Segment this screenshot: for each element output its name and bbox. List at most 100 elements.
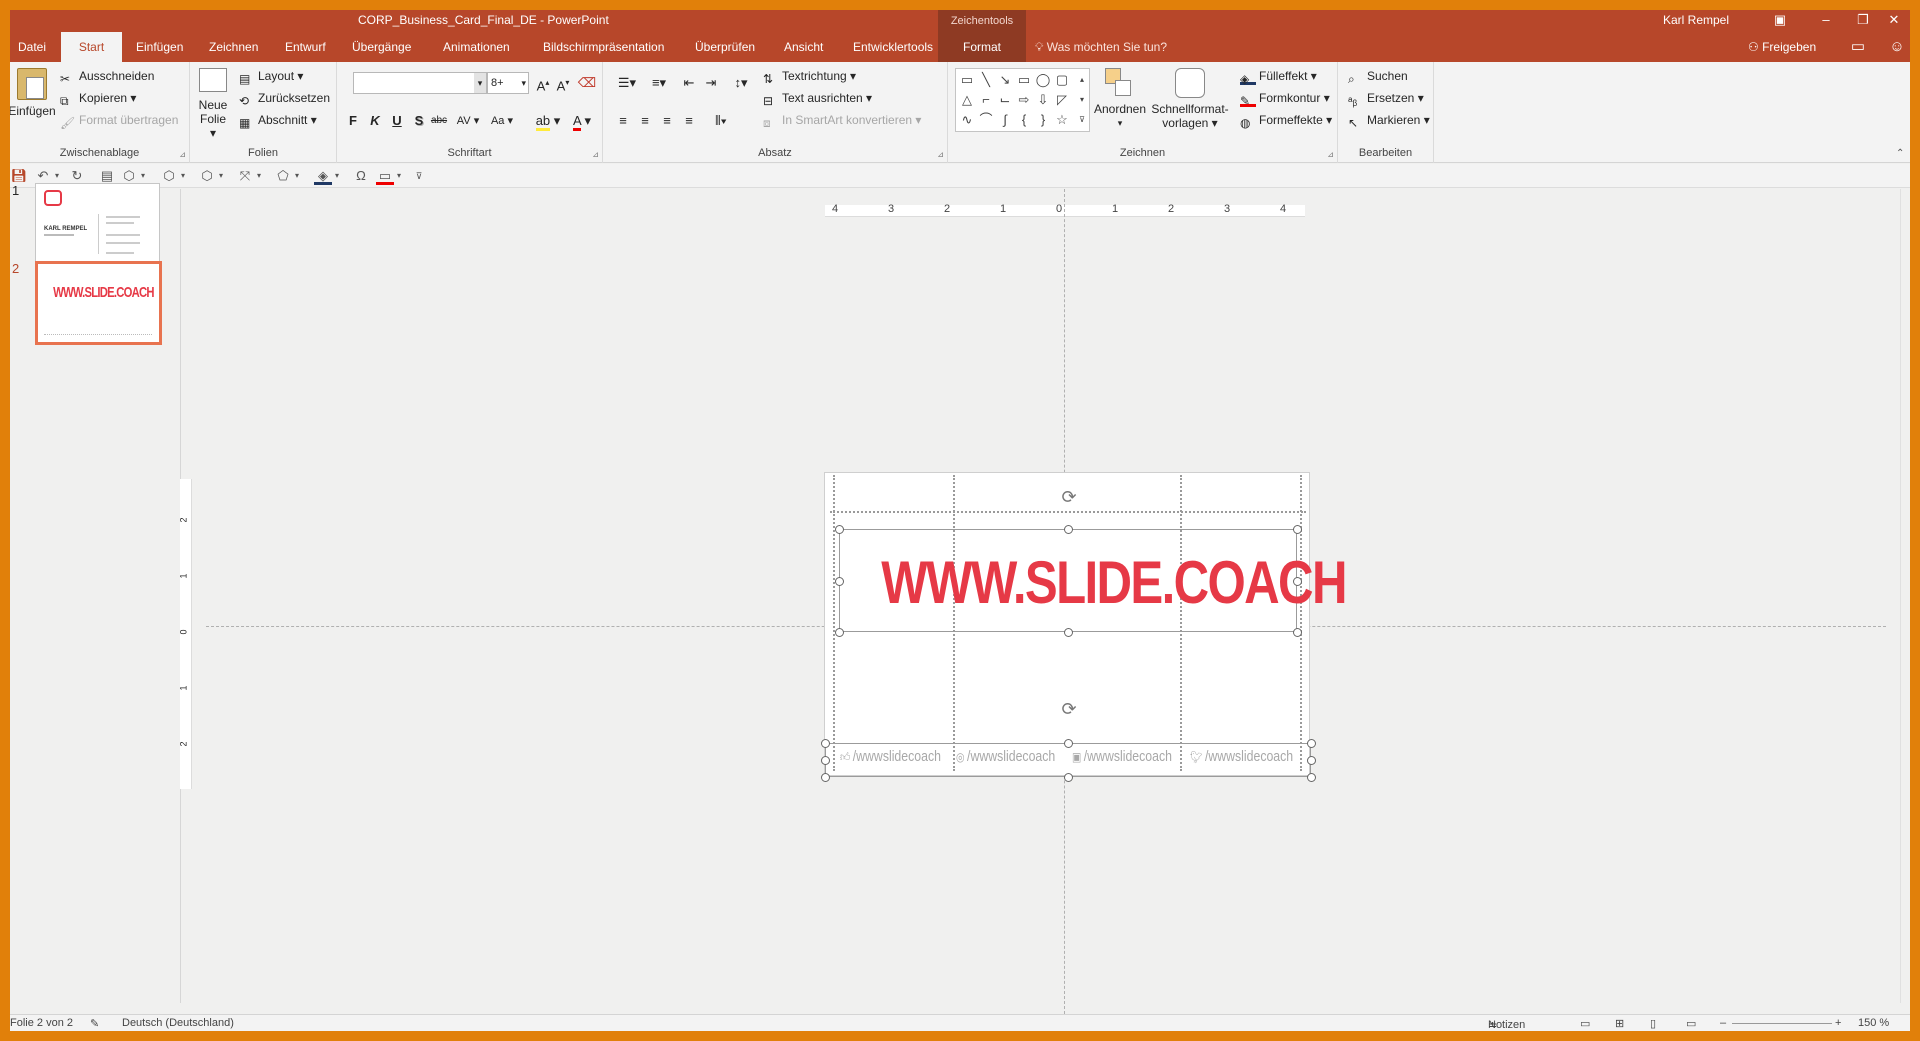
- gallery-up-icon[interactable]: ▴: [1074, 72, 1090, 88]
- reset-button[interactable]: ⟲ Zurücksetzen: [239, 88, 330, 108]
- tab-ansicht[interactable]: Ansicht: [776, 32, 831, 62]
- dialog-launcher-icon[interactable]: ⊿: [1327, 150, 1334, 159]
- change-case-button[interactable]: Aa ▾: [487, 110, 517, 132]
- grow-font-icon[interactable]: A▴: [533, 72, 553, 94]
- customize-qat-icon[interactable]: ⊽: [410, 167, 428, 185]
- bold-button[interactable]: F: [343, 110, 363, 132]
- chevron-down-icon[interactable]: ▾: [212, 167, 230, 185]
- italic-button[interactable]: K: [365, 110, 385, 132]
- tell-me-box[interactable]: 💡︎ Was möchten Sie tun?: [1035, 32, 1167, 62]
- columns-icon[interactable]: ⫴▾: [707, 110, 735, 132]
- increase-indent-icon[interactable]: ⇥: [701, 72, 721, 94]
- normal-view-icon[interactable]: ▭: [1580, 1017, 1590, 1030]
- tab-start[interactable]: Start: [61, 32, 122, 62]
- resize-handle[interactable]: [821, 773, 830, 782]
- slide[interactable]: WWW.SLIDE.COACH ⟳ 👍︎/wwwslidecoach ◎/www…: [821, 472, 1347, 782]
- shapes-gallery[interactable]: ▭ ╲ ↘ ▭ ◯ ▢ △ ⌐ ⌙ ⇨ ⇩ ◸ ∿ ⌒ ∫ { } ☆ ▴ ▾: [955, 68, 1090, 132]
- resize-handle[interactable]: [821, 739, 830, 748]
- tab-entwurf[interactable]: Entwurf: [277, 32, 334, 62]
- gallery-more-icon[interactable]: ⊽: [1074, 112, 1090, 128]
- chevron-down-icon[interactable]: ▾: [250, 167, 268, 185]
- chevron-down-icon[interactable]: ▾: [390, 167, 408, 185]
- align-left-icon[interactable]: ≡: [613, 110, 633, 132]
- align-center-icon[interactable]: ≡: [635, 110, 655, 132]
- close-icon[interactable]: ✕: [1871, 10, 1910, 32]
- ribbon-display-options-icon[interactable]: ▣: [1757, 10, 1803, 32]
- shape-effects-button[interactable]: ◍ Formeffekte ▾: [1240, 110, 1332, 130]
- bullets-icon[interactable]: ☰▾: [613, 72, 641, 94]
- tab-animationen[interactable]: Animationen: [435, 32, 518, 62]
- collapse-ribbon-icon[interactable]: ⌃: [1896, 148, 1904, 159]
- resize-handle[interactable]: [1293, 525, 1302, 534]
- format-painter-button[interactable]: 🖌︎ Format übertragen: [60, 110, 178, 130]
- textbox-shape-icon[interactable]: ▭: [959, 72, 975, 88]
- resize-handle[interactable]: [835, 577, 844, 586]
- resize-handle[interactable]: [835, 628, 844, 637]
- resize-handle[interactable]: [1064, 773, 1073, 782]
- resize-handle[interactable]: [1293, 577, 1302, 586]
- resize-handle[interactable]: [1307, 756, 1316, 765]
- align-text-button[interactable]: ⊟ Text ausrichten ▾: [763, 88, 872, 108]
- slideshow-icon[interactable]: ▭: [1686, 1017, 1696, 1030]
- resize-handle[interactable]: [1307, 739, 1316, 748]
- font-size-combobox[interactable]: 8+ ▾: [487, 72, 529, 94]
- down-arrow-shape-icon[interactable]: ⇩: [1035, 92, 1051, 108]
- arrow-line-shape-icon[interactable]: ↘: [997, 72, 1013, 88]
- decrease-indent-icon[interactable]: ⇤: [679, 72, 699, 94]
- vertical-ruler[interactable]: 2 1 0 1 2: [179, 479, 192, 789]
- curve-shape-icon[interactable]: ∿: [959, 112, 975, 128]
- resize-handle[interactable]: [1293, 628, 1302, 637]
- chevron-down-icon[interactable]: ▾: [474, 73, 486, 93]
- font-name-combobox[interactable]: ▾: [353, 72, 487, 94]
- section-button[interactable]: ▦ Abschnitt ▾: [239, 110, 317, 130]
- dialog-launcher-icon[interactable]: ⊿: [592, 150, 599, 159]
- convert-smartart-button[interactable]: ⧈ In SmartArt konvertieren ▾: [763, 110, 921, 130]
- triangle-shape-icon[interactable]: △: [959, 92, 975, 108]
- tab-entwicklertools[interactable]: Entwicklertools: [845, 32, 941, 62]
- smiley-feedback-icon[interactable]: ☺: [1886, 36, 1908, 58]
- social-footer-group[interactable]: 👍︎/wwwslidecoach ◎/wwwslidecoach ▣/wwwsl…: [821, 700, 1316, 782]
- quick-styles-button[interactable]: Schnellformat- vorlagen ▾: [1148, 68, 1232, 130]
- layout-button[interactable]: ▤ Layout ▾: [239, 66, 303, 86]
- resize-handle[interactable]: [1064, 525, 1073, 534]
- spellcheck-icon[interactable]: ✎: [90, 1017, 99, 1030]
- url-textbox[interactable]: WWW.SLIDE.COACH ⟳: [835, 488, 1347, 637]
- rotate-handle-icon[interactable]: ⟳: [1060, 488, 1078, 506]
- replace-button[interactable]: ᵃᵦ Ersetzen ▾: [1348, 88, 1424, 108]
- align-right-icon[interactable]: ≡: [657, 110, 677, 132]
- right-brace-shape-icon[interactable]: }: [1035, 112, 1051, 128]
- tab-zeichnen[interactable]: Zeichnen: [201, 32, 266, 62]
- resize-handle[interactable]: [821, 756, 830, 765]
- zoom-out-icon[interactable]: –: [1720, 1017, 1726, 1029]
- underline-button[interactable]: U: [387, 110, 407, 132]
- zoom-in-icon[interactable]: +: [1835, 1017, 1841, 1029]
- line-shape-icon[interactable]: ╲: [978, 72, 994, 88]
- shape-fill-button[interactable]: ◈ Fülleffekt ▾: [1240, 66, 1317, 86]
- omega-symbol-icon[interactable]: Ω: [352, 167, 370, 185]
- reading-view-icon[interactable]: ▯: [1650, 1017, 1656, 1030]
- cut-button[interactable]: ✂ Ausschneiden: [60, 66, 154, 86]
- find-button[interactable]: ⌕ Suchen: [1348, 66, 1408, 86]
- slide-editing-canvas[interactable]: 432101234 21012 WWW.SLIDE.COACH ⟳ 👍︎ /ww…: [179, 189, 1910, 1019]
- zoom-slider[interactable]: [1732, 1023, 1832, 1024]
- strikethrough-button[interactable]: abc: [429, 110, 449, 132]
- shrink-font-icon[interactable]: A▾: [553, 72, 573, 94]
- social-item[interactable]: 🐦︎/wwwslidecoach: [1190, 748, 1293, 768]
- vertical-scrollbar[interactable]: [1900, 189, 1910, 1003]
- tab-einfuegen[interactable]: Einfügen: [128, 32, 191, 62]
- slide-thumbnail-2[interactable]: WWW.SLIDE.COACH: [35, 261, 162, 345]
- chevron-down-icon[interactable]: ▾: [174, 167, 192, 185]
- rotate-handle-icon[interactable]: ⟳: [1060, 700, 1078, 718]
- highlight-color-button[interactable]: ab ▾: [533, 110, 563, 132]
- resize-handle[interactable]: [1307, 773, 1316, 782]
- arrange-button[interactable]: Anordnen ▾: [1092, 68, 1148, 130]
- copy-button[interactable]: ⧉ Kopieren ▾: [60, 88, 136, 108]
- zoom-level[interactable]: 150 %: [1858, 1017, 1889, 1029]
- tab-datei[interactable]: Datei: [10, 32, 54, 62]
- chevron-down-icon[interactable]: ▾: [288, 167, 306, 185]
- user-name[interactable]: Karl Rempel: [1663, 13, 1729, 27]
- dialog-launcher-icon[interactable]: ⊿: [937, 150, 944, 159]
- clear-formatting-icon[interactable]: ⌫: [577, 72, 597, 94]
- share-button[interactable]: ⚇ Freigeben: [1748, 32, 1816, 62]
- tab-uebergaenge[interactable]: Übergänge: [344, 32, 419, 62]
